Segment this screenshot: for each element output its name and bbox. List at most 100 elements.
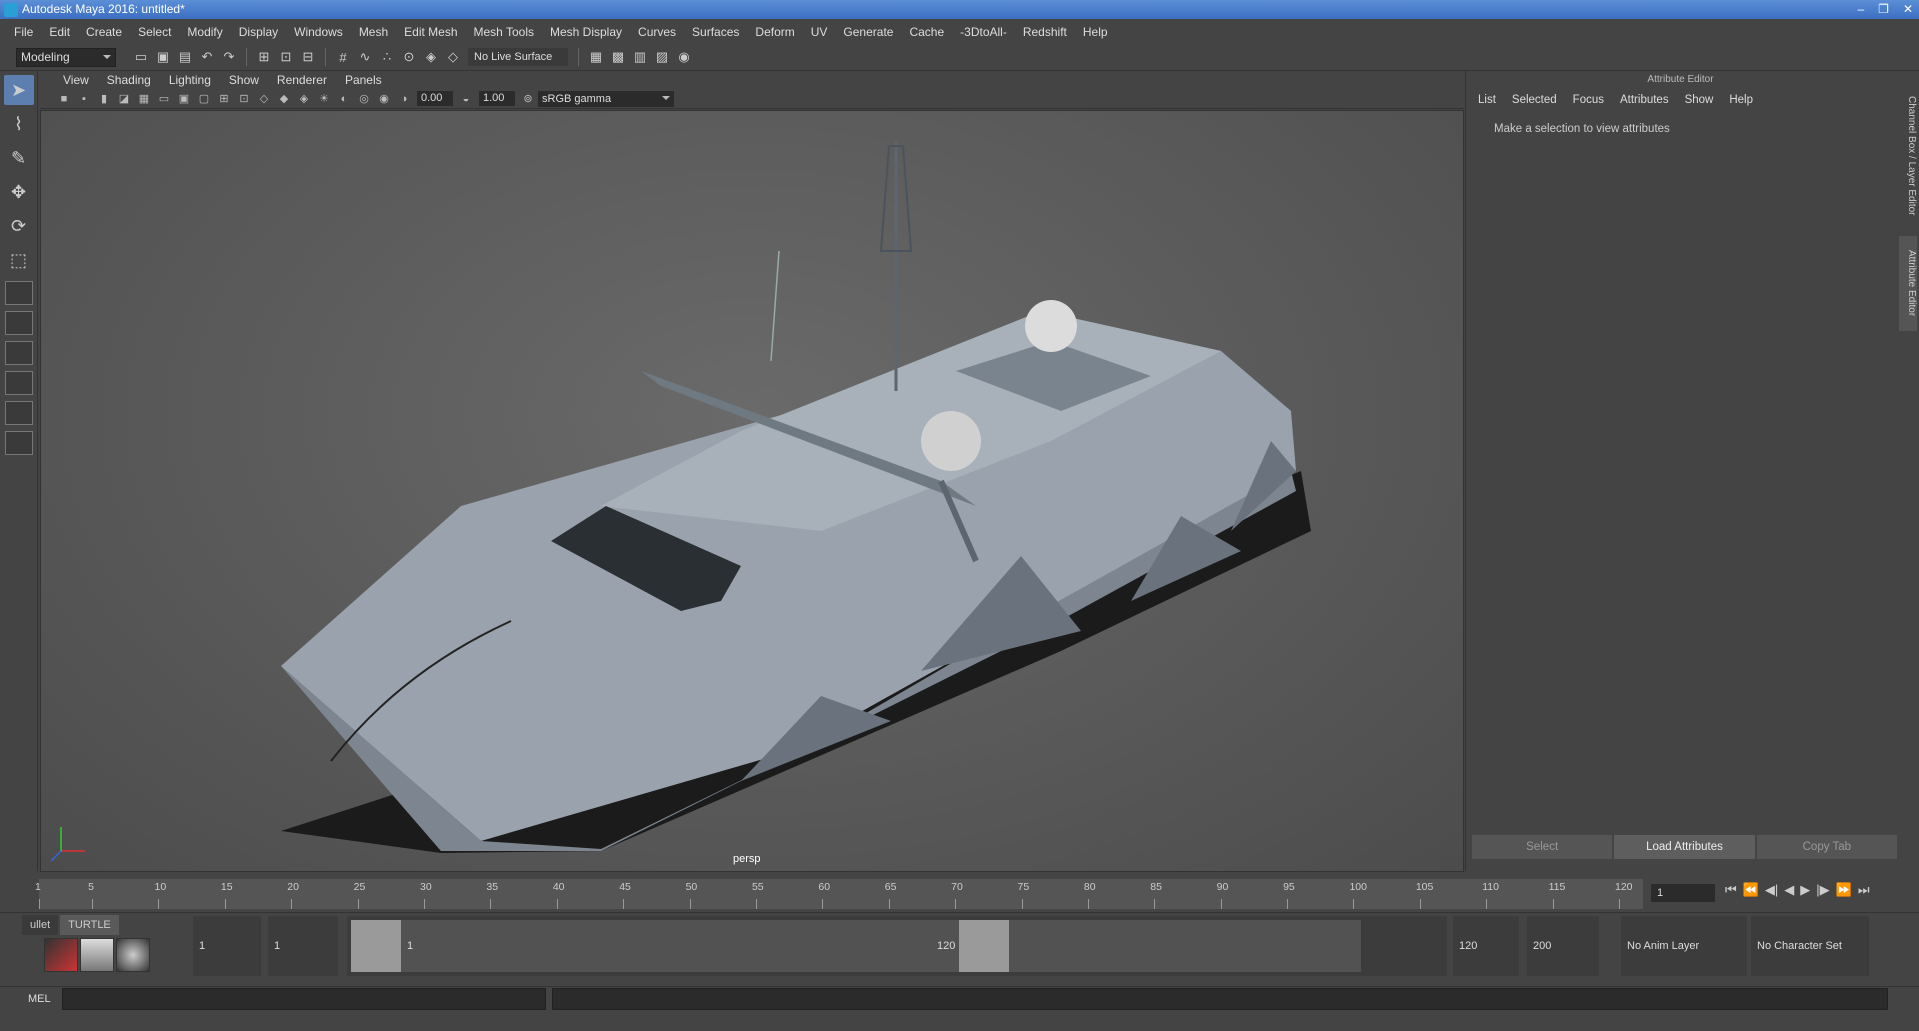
ae-menu-focus[interactable]: Focus <box>1565 94 1612 106</box>
maximize-button[interactable]: ❐ <box>1878 0 1889 19</box>
wireframe-icon[interactable]: ◇ <box>256 91 272 107</box>
menu-mesh-display[interactable]: Mesh Display <box>542 25 630 39</box>
select-tool-icon[interactable]: ➤ <box>3 75 34 105</box>
safe-action-icon[interactable]: ⊡ <box>236 91 252 107</box>
ipr-render-icon[interactable]: ▩ <box>609 48 627 66</box>
menu-uv[interactable]: UV <box>803 25 836 39</box>
viewport-menu-show[interactable]: Show <box>220 73 268 87</box>
select-button[interactable]: Select <box>1472 835 1613 859</box>
menu-edit[interactable]: Edit <box>41 25 78 39</box>
layout-outliner-icon[interactable] <box>4 371 33 395</box>
live-surface-field[interactable]: No Live Surface <box>468 48 568 66</box>
render-globe-icon[interactable]: ◉ <box>675 48 693 66</box>
camera-attributes-icon[interactable]: ▪ <box>76 91 92 107</box>
minimize-button[interactable]: – <box>1857 0 1864 19</box>
viewport-menu-view[interactable]: View <box>54 73 98 87</box>
image-plane-icon[interactable]: ◪ <box>116 91 132 107</box>
animation-end-field[interactable]: 200 <box>1527 916 1599 976</box>
paint-select-tool-icon[interactable]: ✎ <box>4 143 34 173</box>
script-language-toggle[interactable]: MEL <box>28 993 51 1005</box>
menu-edit-mesh[interactable]: Edit Mesh <box>396 25 465 39</box>
layout-two-icon[interactable] <box>4 341 33 365</box>
snap-grid-icon[interactable]: # <box>334 48 352 66</box>
play-forward-icon[interactable]: ▶ <box>1800 882 1810 898</box>
menu-mesh-tools[interactable]: Mesh Tools <box>466 25 542 39</box>
menu-mesh[interactable]: Mesh <box>351 25 396 39</box>
tab-channel-box[interactable]: Channel Box / Layer Editor <box>1899 81 1917 231</box>
field-chart-icon[interactable]: ⊞ <box>216 91 232 107</box>
new-scene-icon[interactable]: ▭ <box>132 48 150 66</box>
viewport-menu-shading[interactable]: Shading <box>98 73 160 87</box>
load-attributes-button[interactable]: Load Attributes <box>1614 835 1755 859</box>
turtle-baking-icon[interactable] <box>80 938 114 972</box>
color-space-dropdown[interactable]: sRGB gamma <box>538 90 674 107</box>
ae-menu-list[interactable]: List <box>1470 94 1504 106</box>
go-to-end-icon[interactable]: ⏭ <box>1858 882 1870 898</box>
shadows-icon[interactable]: ◐ <box>336 91 352 107</box>
ae-menu-attributes[interactable]: Attributes <box>1612 94 1677 106</box>
turtle-render-icon[interactable] <box>44 938 78 972</box>
lasso-tool-icon[interactable]: ⌇ <box>4 109 34 139</box>
time-ruler[interactable]: 1 5 10 15 20 25 30 35 40 45 50 55 60 65 70 75 80 85 90 95 10… <box>35 879 1643 909</box>
undo-icon[interactable]: ↶ <box>198 48 216 66</box>
layout-graph-icon[interactable] <box>4 401 33 425</box>
playback-start-field[interactable]: 1 <box>268 916 338 976</box>
turtle-sphere-icon[interactable] <box>116 938 150 972</box>
exposure-icon[interactable]: ◑ <box>396 91 412 107</box>
menu-select[interactable]: Select <box>130 25 179 39</box>
select-object-icon[interactable]: ⊡ <box>277 48 295 66</box>
range-slider[interactable]: 1 120 <box>347 916 1447 976</box>
play-backward-icon[interactable]: ◀ <box>1784 882 1794 898</box>
step-back-key-icon[interactable]: ⏪ <box>1743 882 1759 898</box>
menu-file[interactable]: File <box>6 25 41 39</box>
menu-cache[interactable]: Cache <box>901 25 952 39</box>
film-gate-icon[interactable]: ▭ <box>156 91 172 107</box>
snap-surface-icon[interactable]: ◈ <box>422 48 440 66</box>
range-start-handle[interactable] <box>351 920 401 972</box>
lights-icon[interactable]: ☀ <box>316 91 332 107</box>
3d-viewport[interactable] <box>40 110 1464 872</box>
layout-hypershade-icon[interactable] <box>4 431 33 455</box>
menu-curves[interactable]: Curves <box>630 25 684 39</box>
ae-menu-selected[interactable]: Selected <box>1504 94 1565 106</box>
menu-redshift[interactable]: Redshift <box>1015 25 1075 39</box>
exposure-field[interactable]: 0.00 <box>417 91 453 106</box>
go-to-start-icon[interactable]: ⏮ <box>1725 882 1737 898</box>
hypershade-icon[interactable]: ▨ <box>653 48 671 66</box>
render-settings-icon[interactable]: ▥ <box>631 48 649 66</box>
command-input[interactable] <box>62 988 546 1010</box>
bookmark-icon[interactable]: ▮ <box>96 91 112 107</box>
layout-four-icon[interactable] <box>4 311 33 335</box>
menu-create[interactable]: Create <box>78 25 130 39</box>
viewport-menu-panels[interactable]: Panels <box>336 73 391 87</box>
textured-icon[interactable]: ◈ <box>296 91 312 107</box>
anim-layer-dropdown[interactable]: No Anim Layer <box>1621 916 1747 976</box>
step-forward-frame-icon[interactable]: |▶ <box>1816 882 1829 898</box>
shelf-tab-turtle[interactable]: TURTLE <box>60 915 119 935</box>
playback-end-field[interactable]: 120 <box>1453 916 1519 976</box>
copy-tab-button[interactable]: Copy Tab <box>1756 835 1897 859</box>
move-tool-icon[interactable]: ✥ <box>4 177 34 207</box>
make-live-icon[interactable]: ◇ <box>444 48 462 66</box>
camera-icon[interactable]: ■ <box>56 91 72 107</box>
color-management-icon[interactable]: ⊚ <box>520 91 536 107</box>
character-set-dropdown[interactable]: No Character Set <box>1751 916 1869 976</box>
xray-icon[interactable]: ◎ <box>356 91 372 107</box>
menu-modify[interactable]: Modify <box>179 25 230 39</box>
grid-toggle-icon[interactable]: ▦ <box>136 91 152 107</box>
scale-tool-icon[interactable]: ⬚ <box>4 245 34 275</box>
menu-generate[interactable]: Generate <box>835 25 901 39</box>
menu-display[interactable]: Display <box>231 25 286 39</box>
save-scene-icon[interactable]: ▤ <box>176 48 194 66</box>
ae-menu-show[interactable]: Show <box>1677 94 1722 106</box>
snap-curve-icon[interactable]: ∿ <box>356 48 374 66</box>
shelf-tab-bullet[interactable]: ullet <box>22 915 59 935</box>
gamma-field[interactable]: 1.00 <box>479 91 515 106</box>
menu-deform[interactable]: Deform <box>747 25 802 39</box>
close-button[interactable]: ✕ <box>1903 0 1913 19</box>
menu-set-dropdown[interactable]: Modeling <box>16 47 116 67</box>
menu-surfaces[interactable]: Surfaces <box>684 25 747 39</box>
select-component-icon[interactable]: ⊟ <box>299 48 317 66</box>
step-forward-key-icon[interactable]: ⏩ <box>1836 882 1852 898</box>
select-hierarchy-icon[interactable]: ⊞ <box>255 48 273 66</box>
